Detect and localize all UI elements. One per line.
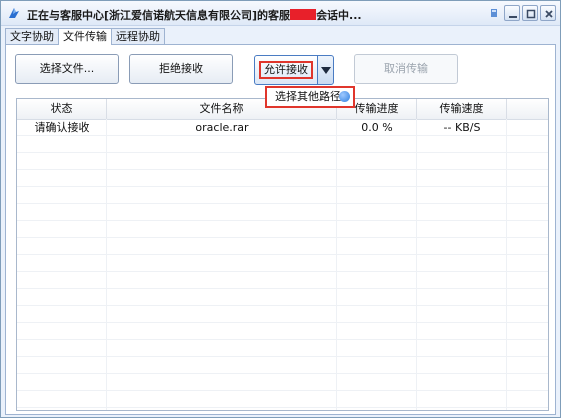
column-divider [416, 119, 417, 410]
reject-button[interactable]: 拒绝接收 [129, 54, 233, 84]
tab-bar: 文字协助 文件传输 远程协助 [5, 28, 165, 45]
maximize-button[interactable] [522, 5, 538, 21]
select-file-button[interactable]: 选择文件... [15, 54, 119, 84]
window-title: 正在与客服中心[浙江爱信诺航天信息有限公司]的客服 会话中... [27, 9, 362, 22]
tab-file-transfer[interactable]: 文件传输 [58, 28, 112, 45]
chevron-down-icon [321, 67, 331, 74]
column-divider [106, 119, 107, 410]
close-button[interactable] [540, 5, 556, 21]
skin-icon[interactable] [486, 5, 502, 21]
transfer-window: 正在与客服中心[浙江爱信诺航天信息有限公司]的客服 会话中... 文字协助 文件传… [0, 0, 561, 418]
column-header-status[interactable]: 状态 [17, 99, 107, 119]
accept-dropdown-menu: 选择其他路径 [265, 86, 355, 108]
close-icon [545, 10, 553, 18]
table-row[interactable]: 请确认接收 oracle.rar 0.0 % -- KB/S [17, 119, 548, 136]
column-divider [336, 119, 337, 410]
title-bar[interactable]: 正在与客服中心[浙江爱信诺航天信息有限公司]的客服 会话中... [1, 1, 560, 26]
column-header-blank [507, 99, 548, 119]
accept-dropdown-button[interactable] [317, 55, 334, 85]
app-icon [9, 8, 19, 18]
tab-remote-assist[interactable]: 远程协助 [111, 28, 165, 44]
column-divider [506, 119, 507, 410]
transfer-table: 状态 文件名称 传输进度 传输速度 请确认接收 oracle.rar 0.0 %… [16, 98, 549, 411]
column-header-speed[interactable]: 传输速度 [417, 99, 507, 119]
cancel-transfer-button[interactable]: 取消传输 [354, 54, 458, 84]
accept-button[interactable]: 允许接收 [254, 55, 318, 85]
row-speed: -- KB/S [443, 121, 481, 134]
redacted-name [290, 9, 317, 20]
tab-text-assist[interactable]: 文字协助 [5, 28, 59, 44]
window-controls [486, 5, 556, 21]
maximize-icon [526, 9, 536, 19]
accept-button-label: 允许接收 [259, 61, 313, 79]
row-filename: oracle.rar [195, 121, 249, 134]
table-rows-grid [17, 119, 548, 410]
minimize-button[interactable] [504, 5, 520, 21]
row-progress: 0.0 % [361, 121, 393, 134]
minimize-icon [509, 16, 517, 18]
pointer-cursor-icon [339, 91, 350, 102]
row-status: 请确认接收 [34, 121, 90, 134]
